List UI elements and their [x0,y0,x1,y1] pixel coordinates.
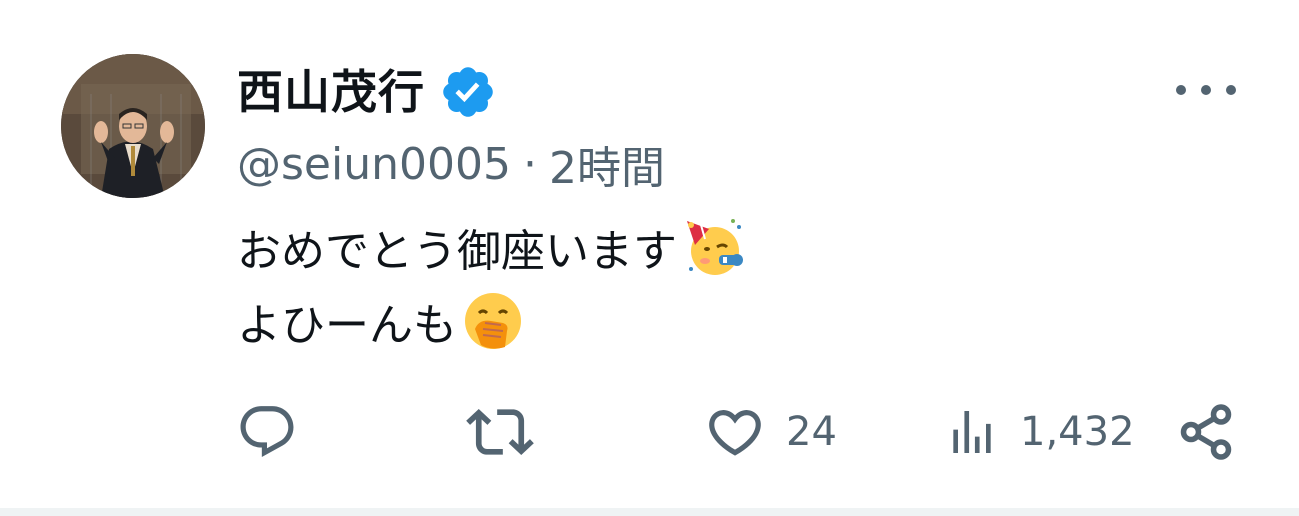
like-count: 24 [786,409,837,455]
reply-button[interactable] [236,400,318,464]
display-name[interactable]: 西山茂行 [237,69,425,115]
share-button[interactable] [1176,400,1236,464]
partying-face-icon [687,219,743,275]
verified-badge-icon[interactable] [439,63,497,121]
divider [0,508,1299,516]
meta-separator: · [522,138,537,190]
tweet-card[interactable]: 西山茂行 @seiun0005 · 2時間 おめでとう御座います よひーんも 2… [0,0,1299,508]
heart-icon [709,410,761,456]
view-count: 1,432 [1020,409,1135,455]
avatar[interactable] [61,54,205,198]
share-icon [1180,404,1232,460]
more-dot [1201,85,1211,95]
tweet-text: よひーんも [237,300,457,351]
face-with-hand-over-mouth-icon [465,293,521,349]
retweet-button[interactable] [466,400,554,464]
tweet-text: おめでとう御座います [237,226,677,277]
views-button[interactable]: 1,432 [944,400,1135,464]
tweet-text-line-1: おめでとう御座います [237,212,745,282]
timestamp[interactable]: 2時間 [549,132,665,196]
avatar-photo [61,54,205,198]
author-name-row: 西山茂行 [237,60,497,124]
like-button[interactable]: 24 [704,400,837,464]
retweet-icon [466,408,534,456]
reply-icon [240,406,294,458]
more-horizontal-icon [1176,85,1186,95]
more-options-button[interactable] [1176,74,1236,106]
tweet-text-line-2: よひーんも [237,286,525,356]
views-bar-chart-icon [953,411,991,453]
author-handle[interactable]: @seiun0005 [237,139,511,190]
author-meta: @seiun0005 · 2時間 [237,132,665,196]
more-dot [1226,85,1236,95]
